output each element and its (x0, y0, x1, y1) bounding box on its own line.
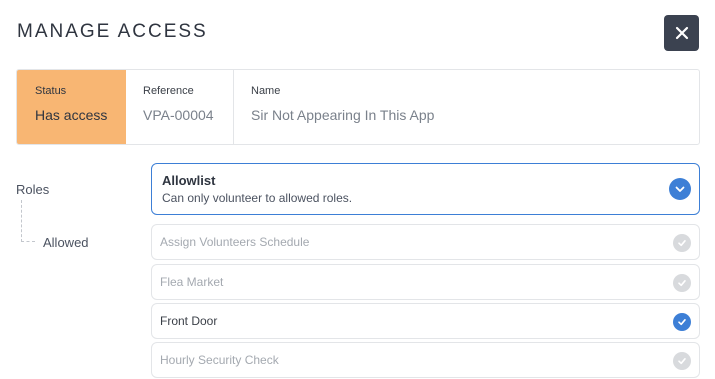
roles-label: Roles (16, 182, 50, 197)
access-mode-description: Can only volunteer to allowed roles. (162, 191, 353, 205)
checkmark-icon[interactable] (673, 234, 691, 252)
checkmark-icon[interactable] (673, 352, 691, 370)
access-mode-select[interactable]: Allowlist Can only volunteer to allowed … (151, 163, 700, 215)
access-mode-title: Allowlist (162, 173, 216, 188)
tree-connector (21, 200, 35, 242)
name-label: Name (251, 85, 281, 97)
close-button[interactable] (664, 15, 699, 51)
name-value: Sir Not Appearing In This App (251, 107, 435, 123)
checkmark-icon[interactable] (673, 274, 691, 292)
role-item-assign-volunteers-schedule[interactable]: Assign Volunteers Schedule (151, 224, 700, 260)
status-label: Status (35, 85, 67, 97)
reference-cell: Reference VPA-00004 (126, 70, 234, 144)
role-label: Assign Volunteers Schedule (160, 235, 310, 249)
status-cell: Status Has access (17, 70, 126, 144)
page-title: MANAGE ACCESS (17, 21, 208, 42)
reference-value: VPA-00004 (143, 107, 214, 123)
role-item-flea-market[interactable]: Flea Market (151, 264, 700, 300)
name-cell: Name Sir Not Appearing In This App (234, 70, 699, 144)
checkmark-icon[interactable] (673, 313, 691, 331)
status-value: Has access (35, 107, 108, 123)
role-label: Front Door (160, 314, 218, 328)
role-label: Flea Market (160, 275, 224, 289)
reference-label: Reference (143, 85, 194, 97)
chevron-down-icon[interactable] (669, 178, 691, 200)
close-icon (675, 26, 688, 40)
volunteer-info-card: Status Has access Reference VPA-00004 Na… (16, 69, 700, 145)
role-item-front-door[interactable]: Front Door (151, 303, 700, 339)
role-label: Hourly Security Check (160, 353, 279, 367)
role-item-hourly-security-check[interactable]: Hourly Security Check (151, 342, 700, 378)
allowed-label: Allowed (43, 235, 89, 250)
